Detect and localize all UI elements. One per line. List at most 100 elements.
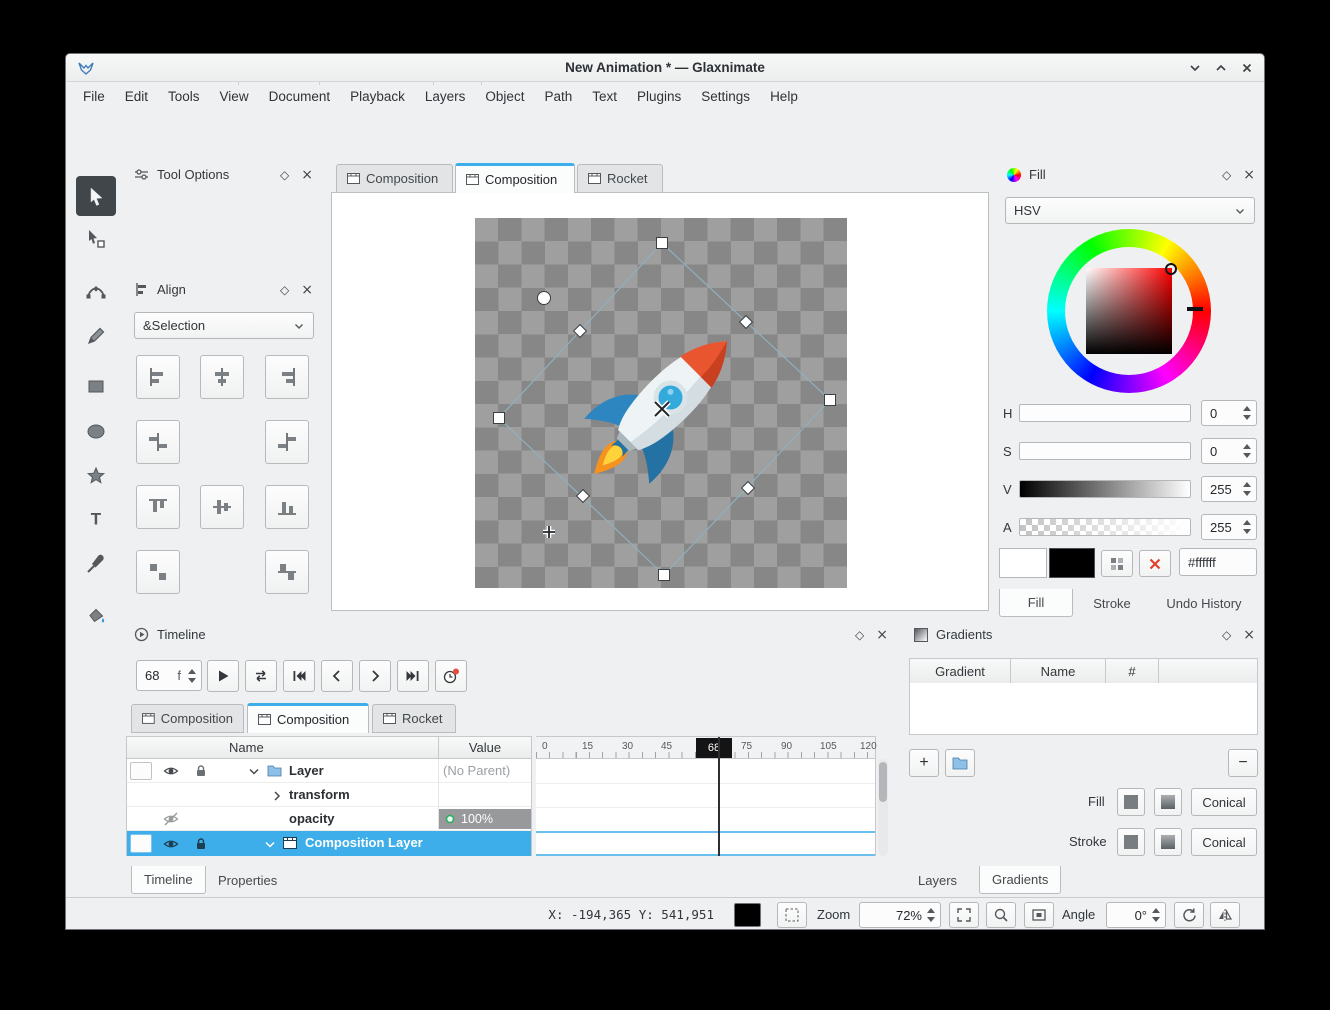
menu-document[interactable]: Document <box>260 85 340 108</box>
go-last-frame-button[interactable] <box>397 660 429 692</box>
edge-handle[interactable] <box>577 490 590 503</box>
float-dock-icon[interactable]: ◇ <box>1222 629 1231 641</box>
bezier-tool[interactable] <box>76 271 116 311</box>
group-color-box[interactable] <box>130 834 152 853</box>
align-bottom-button[interactable] <box>265 485 309 529</box>
corner-handle-bottom[interactable] <box>659 570 670 581</box>
align-dock-header[interactable]: Align ◇× <box>126 276 321 303</box>
gradient-presets-button[interactable] <box>945 749 975 777</box>
transform-row[interactable]: transform <box>127 783 531 807</box>
color-wheel[interactable] <box>1047 229 1211 393</box>
gradients-dock-header[interactable]: Gradients ◇× <box>906 621 1263 648</box>
chevron-down-icon[interactable] <box>264 840 276 850</box>
menu-settings[interactable]: Settings <box>692 85 759 108</box>
opacity-row[interactable]: opacity 100% <box>127 807 531 831</box>
no-color-button[interactable] <box>777 902 807 928</box>
timeline-ruler[interactable]: 0 15 30 45 75 90 105 120 68 <box>536 736 876 759</box>
lock-icon[interactable] <box>194 837 208 851</box>
s-slider[interactable] <box>1019 442 1191 460</box>
corner-handle-left[interactable] <box>494 413 505 424</box>
eye-off-icon[interactable] <box>163 811 179 827</box>
align-outside-left-button[interactable] <box>136 420 180 464</box>
menu-object[interactable]: Object <box>476 85 533 108</box>
next-frame-button[interactable] <box>359 660 391 692</box>
menu-tools[interactable]: Tools <box>159 85 209 108</box>
ellipse-tool[interactable] <box>76 411 116 451</box>
float-dock-icon[interactable]: ◇ <box>280 284 289 296</box>
corner-handle-right[interactable] <box>825 395 836 406</box>
remove-gradient-button[interactable]: − <box>1228 749 1258 777</box>
v-slider[interactable] <box>1019 480 1191 498</box>
draw-tool[interactable] <box>76 316 116 356</box>
composition-layer-row[interactable]: Composition Layer <box>127 831 531 856</box>
menu-plugins[interactable]: Plugins <box>628 85 690 108</box>
text-tool[interactable]: T <box>76 499 116 539</box>
minimize-button[interactable] <box>1184 57 1206 79</box>
bottom-tab-gradients[interactable]: Gradients <box>979 866 1061 894</box>
add-gradient-button[interactable]: + <box>909 749 939 777</box>
close-dock-icon[interactable]: × <box>301 168 313 182</box>
sv-square[interactable] <box>1086 268 1172 354</box>
timeline-tab-composition-1[interactable]: Composition <box>131 704 244 733</box>
gradient-list[interactable] <box>909 683 1258 735</box>
star-tool[interactable] <box>76 456 116 496</box>
color-picker-tool[interactable] <box>76 544 116 584</box>
align-left-button[interactable] <box>136 355 180 399</box>
zoom-original-button[interactable] <box>986 902 1016 928</box>
align-outside-bottom-button[interactable] <box>265 550 309 594</box>
scrollbar-thumb[interactable] <box>879 762 887 802</box>
chevron-right-icon[interactable] <box>272 790 282 802</box>
play-button[interactable] <box>207 660 239 692</box>
canvas-tab-composition-2[interactable]: Composition <box>455 163 575 193</box>
gradient-name-column-header[interactable]: Name <box>1010 658 1106 684</box>
float-dock-icon[interactable]: ◇ <box>280 169 289 181</box>
menu-view[interactable]: View <box>211 85 258 108</box>
record-keyframe-button[interactable] <box>435 660 467 692</box>
palette-button[interactable] <box>1101 550 1133 577</box>
h-slider[interactable] <box>1019 404 1191 422</box>
zoom-spinbox[interactable]: 72% <box>859 902 941 928</box>
timeline-dock-header[interactable]: Timeline ◇× <box>126 621 896 648</box>
gradient-column-header[interactable]: Gradient <box>909 658 1011 684</box>
eye-icon[interactable] <box>163 836 179 852</box>
opacity-value-bar[interactable]: 100% <box>439 809 531 829</box>
s-spinbox[interactable]: 0 <box>1201 438 1257 464</box>
position-handle[interactable] <box>543 526 555 538</box>
fill-gradient-swatch-1[interactable] <box>1117 788 1145 816</box>
align-outside-top-button[interactable] <box>136 550 180 594</box>
loop-button[interactable] <box>245 660 277 692</box>
menu-text[interactable]: Text <box>583 85 626 108</box>
rectangle-tool[interactable] <box>76 366 116 406</box>
tab-undo-history[interactable]: Undo History <box>1151 589 1257 617</box>
clear-color-button[interactable] <box>1139 550 1171 577</box>
canvas[interactable] <box>331 192 989 611</box>
a-spinbox[interactable]: 255 <box>1201 514 1257 540</box>
stroke-gradient-type-button[interactable]: Conical <box>1191 828 1257 856</box>
corner-handle-top[interactable] <box>657 238 668 249</box>
align-vcenter-button[interactable] <box>200 485 244 529</box>
secondary-color-swatch[interactable] <box>1049 548 1095 578</box>
timeline-scrollbar[interactable] <box>878 759 888 856</box>
align-right-button[interactable] <box>265 355 309 399</box>
select-tool[interactable] <box>76 176 116 216</box>
current-frame-indicator[interactable]: 68 <box>696 738 732 758</box>
timeline-tab-composition-2[interactable]: Composition <box>247 703 369 733</box>
go-first-frame-button[interactable] <box>283 660 315 692</box>
close-dock-icon[interactable]: × <box>876 628 888 642</box>
fill-dock-header[interactable]: Fill ◇× <box>999 161 1263 188</box>
tool-options-dock-header[interactable]: Tool Options ◇× <box>126 161 321 188</box>
bottom-tab-timeline[interactable]: Timeline <box>131 866 206 894</box>
zoom-fit-button[interactable] <box>949 902 979 928</box>
hex-color-input[interactable]: #ffffff <box>1179 548 1257 576</box>
tab-stroke[interactable]: Stroke <box>1075 589 1149 617</box>
align-top-button[interactable] <box>136 485 180 529</box>
layer-row[interactable]: Layer (No Parent) <box>127 759 531 783</box>
playhead[interactable] <box>718 737 720 856</box>
sv-marker[interactable] <box>1165 263 1177 275</box>
maximize-button[interactable] <box>1210 57 1232 79</box>
eye-icon[interactable] <box>163 763 179 779</box>
canvas-overlay[interactable] <box>332 193 988 610</box>
close-dock-icon[interactable]: × <box>1243 628 1255 642</box>
angle-spinbox[interactable]: 0° <box>1106 902 1166 928</box>
align-outside-right-button[interactable] <box>265 420 309 464</box>
